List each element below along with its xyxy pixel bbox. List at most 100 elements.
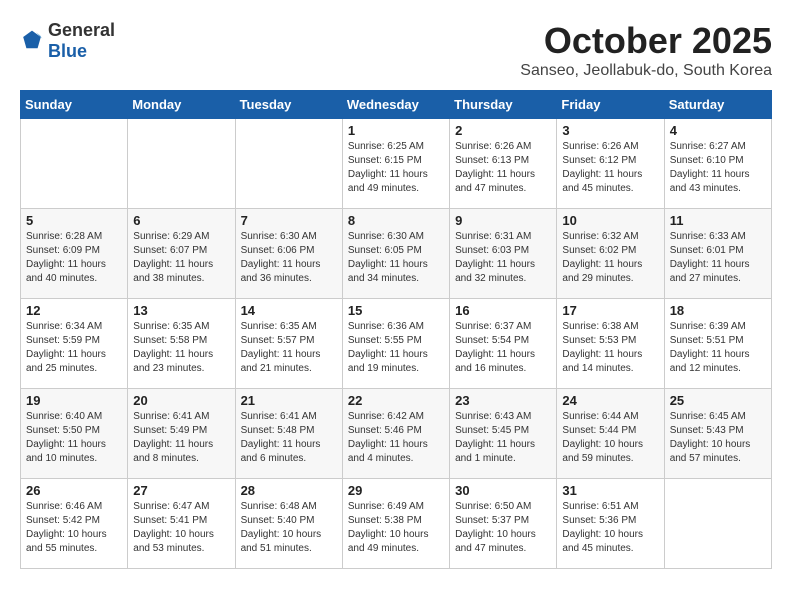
- day-number: 11: [670, 213, 766, 228]
- header-cell-wednesday: Wednesday: [342, 91, 449, 119]
- day-cell: 23Sunrise: 6:43 AM Sunset: 5:45 PM Dayli…: [450, 389, 557, 479]
- calendar-header: SundayMondayTuesdayWednesdayThursdayFrid…: [21, 91, 772, 119]
- day-info: Sunrise: 6:29 AM Sunset: 6:07 PM Dayligh…: [133, 230, 229, 286]
- day-info: Sunrise: 6:41 AM Sunset: 5:49 PM Dayligh…: [133, 410, 229, 466]
- week-row-5: 26 Sunrise: 6:46 AM Sunset: 5:42 PM Dayli…: [21, 479, 772, 569]
- header: General Blue October 2025 Sanseo, Jeolla…: [20, 20, 772, 80]
- day-info: Sunrise: 6:50 AM Sunset: 5:37 PM Dayligh…: [455, 500, 551, 556]
- day-cell: 11Sunrise: 6:33 AM Sunset: 6:01 PM Dayli…: [664, 209, 771, 299]
- day-number: 2: [455, 123, 551, 138]
- day-cell: 30 Sunrise: 6:50 AM Sunset: 5:37 PM Dayli…: [450, 479, 557, 569]
- day-info: Sunrise: 6:40 AM Sunset: 5:50 PM Dayligh…: [26, 410, 122, 466]
- day-info: Sunrise: 6:35 AM Sunset: 5:58 PM Dayligh…: [133, 320, 229, 376]
- day-number: 30: [455, 483, 551, 498]
- day-cell: 22Sunrise: 6:42 AM Sunset: 5:46 PM Dayli…: [342, 389, 449, 479]
- header-cell-saturday: Saturday: [664, 91, 771, 119]
- day-info: Sunrise: 6:31 AM Sunset: 6:03 PM Dayligh…: [455, 230, 551, 286]
- logo: General Blue: [20, 20, 115, 62]
- calendar-body: 1 Sunrise: 6:25 AM Sunset: 6:15 PM Daylig…: [21, 119, 772, 569]
- day-number: 10: [562, 213, 658, 228]
- header-cell-thursday: Thursday: [450, 91, 557, 119]
- day-info: Sunrise: 6:51 AM Sunset: 5:36 PM Dayligh…: [562, 500, 658, 556]
- day-info: Sunrise: 6:27 AM Sunset: 6:10 PM Dayligh…: [670, 140, 766, 196]
- day-number: 23: [455, 393, 551, 408]
- day-number: 14: [241, 303, 337, 318]
- day-cell: 9 Sunrise: 6:31 AM Sunset: 6:03 PM Daylig…: [450, 209, 557, 299]
- location-title: Sanseo, Jeollabuk-do, South Korea: [520, 62, 772, 80]
- month-title: October 2025: [520, 20, 772, 62]
- week-row-4: 19 Sunrise: 6:40 AM Sunset: 5:50 PM Dayli…: [21, 389, 772, 479]
- day-cell: 15 Sunrise: 6:36 AM Sunset: 5:55 PM Dayli…: [342, 299, 449, 389]
- day-info: Sunrise: 6:30 AM Sunset: 6:06 PM Dayligh…: [241, 230, 337, 286]
- day-cell: 26 Sunrise: 6:46 AM Sunset: 5:42 PM Dayli…: [21, 479, 128, 569]
- day-number: 9: [455, 213, 551, 228]
- day-cell: 24 Sunrise: 6:44 AM Sunset: 5:44 PM Dayli…: [557, 389, 664, 479]
- logo-general: General: [48, 20, 115, 40]
- day-number: 15: [348, 303, 444, 318]
- day-cell: 12 Sunrise: 6:34 AM Sunset: 5:59 PM Dayli…: [21, 299, 128, 389]
- day-number: 19: [26, 393, 122, 408]
- day-number: 3: [562, 123, 658, 138]
- day-info: Sunrise: 6:26 AM Sunset: 6:13 PM Dayligh…: [455, 140, 551, 196]
- day-cell: 10 Sunrise: 6:32 AM Sunset: 6:02 PM Dayli…: [557, 209, 664, 299]
- day-info: Sunrise: 6:25 AM Sunset: 6:15 PM Dayligh…: [348, 140, 444, 196]
- day-info: Sunrise: 6:48 AM Sunset: 5:40 PM Dayligh…: [241, 500, 337, 556]
- header-cell-tuesday: Tuesday: [235, 91, 342, 119]
- day-cell: 28 Sunrise: 6:48 AM Sunset: 5:40 PM Dayli…: [235, 479, 342, 569]
- day-number: 13: [133, 303, 229, 318]
- day-info: Sunrise: 6:45 AM Sunset: 5:43 PM Dayligh…: [670, 410, 766, 466]
- day-number: 22: [348, 393, 444, 408]
- day-cell: 16 Sunrise: 6:37 AM Sunset: 5:54 PM Dayli…: [450, 299, 557, 389]
- day-cell: [21, 119, 128, 209]
- day-cell: 8 Sunrise: 6:30 AM Sunset: 6:05 PM Daylig…: [342, 209, 449, 299]
- day-number: 26: [26, 483, 122, 498]
- day-number: 25: [670, 393, 766, 408]
- day-number: 31: [562, 483, 658, 498]
- day-info: Sunrise: 6:37 AM Sunset: 5:54 PM Dayligh…: [455, 320, 551, 376]
- header-cell-monday: Monday: [128, 91, 235, 119]
- week-row-2: 5Sunrise: 6:28 AM Sunset: 6:09 PM Daylig…: [21, 209, 772, 299]
- day-cell: 18Sunrise: 6:39 AM Sunset: 5:51 PM Dayli…: [664, 299, 771, 389]
- day-number: 8: [348, 213, 444, 228]
- day-cell: 17 Sunrise: 6:38 AM Sunset: 5:53 PM Dayli…: [557, 299, 664, 389]
- week-row-3: 12 Sunrise: 6:34 AM Sunset: 5:59 PM Dayli…: [21, 299, 772, 389]
- day-info: Sunrise: 6:34 AM Sunset: 5:59 PM Dayligh…: [26, 320, 122, 376]
- header-cell-sunday: Sunday: [21, 91, 128, 119]
- day-cell: 20 Sunrise: 6:41 AM Sunset: 5:49 PM Dayli…: [128, 389, 235, 479]
- day-cell: 5Sunrise: 6:28 AM Sunset: 6:09 PM Daylig…: [21, 209, 128, 299]
- day-number: 29: [348, 483, 444, 498]
- day-info: Sunrise: 6:46 AM Sunset: 5:42 PM Dayligh…: [26, 500, 122, 556]
- day-number: 1: [348, 123, 444, 138]
- day-number: 12: [26, 303, 122, 318]
- day-number: 20: [133, 393, 229, 408]
- day-number: 28: [241, 483, 337, 498]
- day-cell: 27Sunrise: 6:47 AM Sunset: 5:41 PM Dayli…: [128, 479, 235, 569]
- day-info: Sunrise: 6:35 AM Sunset: 5:57 PM Dayligh…: [241, 320, 337, 376]
- day-cell: 31 Sunrise: 6:51 AM Sunset: 5:36 PM Dayli…: [557, 479, 664, 569]
- day-cell: 19 Sunrise: 6:40 AM Sunset: 5:50 PM Dayli…: [21, 389, 128, 479]
- day-number: 5: [26, 213, 122, 228]
- day-cell: 3Sunrise: 6:26 AM Sunset: 6:12 PM Daylig…: [557, 119, 664, 209]
- day-cell: 14 Sunrise: 6:35 AM Sunset: 5:57 PM Dayli…: [235, 299, 342, 389]
- day-number: 17: [562, 303, 658, 318]
- day-info: Sunrise: 6:30 AM Sunset: 6:05 PM Dayligh…: [348, 230, 444, 286]
- day-info: Sunrise: 6:44 AM Sunset: 5:44 PM Dayligh…: [562, 410, 658, 466]
- day-info: Sunrise: 6:36 AM Sunset: 5:55 PM Dayligh…: [348, 320, 444, 376]
- title-section: October 2025 Sanseo, Jeollabuk-do, South…: [520, 20, 772, 80]
- header-cell-friday: Friday: [557, 91, 664, 119]
- day-info: Sunrise: 6:47 AM Sunset: 5:41 PM Dayligh…: [133, 500, 229, 556]
- day-cell: 2 Sunrise: 6:26 AM Sunset: 6:13 PM Daylig…: [450, 119, 557, 209]
- day-number: 18: [670, 303, 766, 318]
- day-info: Sunrise: 6:32 AM Sunset: 6:02 PM Dayligh…: [562, 230, 658, 286]
- day-number: 7: [241, 213, 337, 228]
- logo-blue: Blue: [48, 41, 87, 61]
- day-info: Sunrise: 6:38 AM Sunset: 5:53 PM Dayligh…: [562, 320, 658, 376]
- day-cell: 6 Sunrise: 6:29 AM Sunset: 6:07 PM Daylig…: [128, 209, 235, 299]
- day-number: 16: [455, 303, 551, 318]
- day-number: 6: [133, 213, 229, 228]
- day-cell: 7 Sunrise: 6:30 AM Sunset: 6:06 PM Daylig…: [235, 209, 342, 299]
- day-cell: [235, 119, 342, 209]
- day-info: Sunrise: 6:41 AM Sunset: 5:48 PM Dayligh…: [241, 410, 337, 466]
- day-number: 24: [562, 393, 658, 408]
- calendar-table: SundayMondayTuesdayWednesdayThursdayFrid…: [20, 90, 772, 569]
